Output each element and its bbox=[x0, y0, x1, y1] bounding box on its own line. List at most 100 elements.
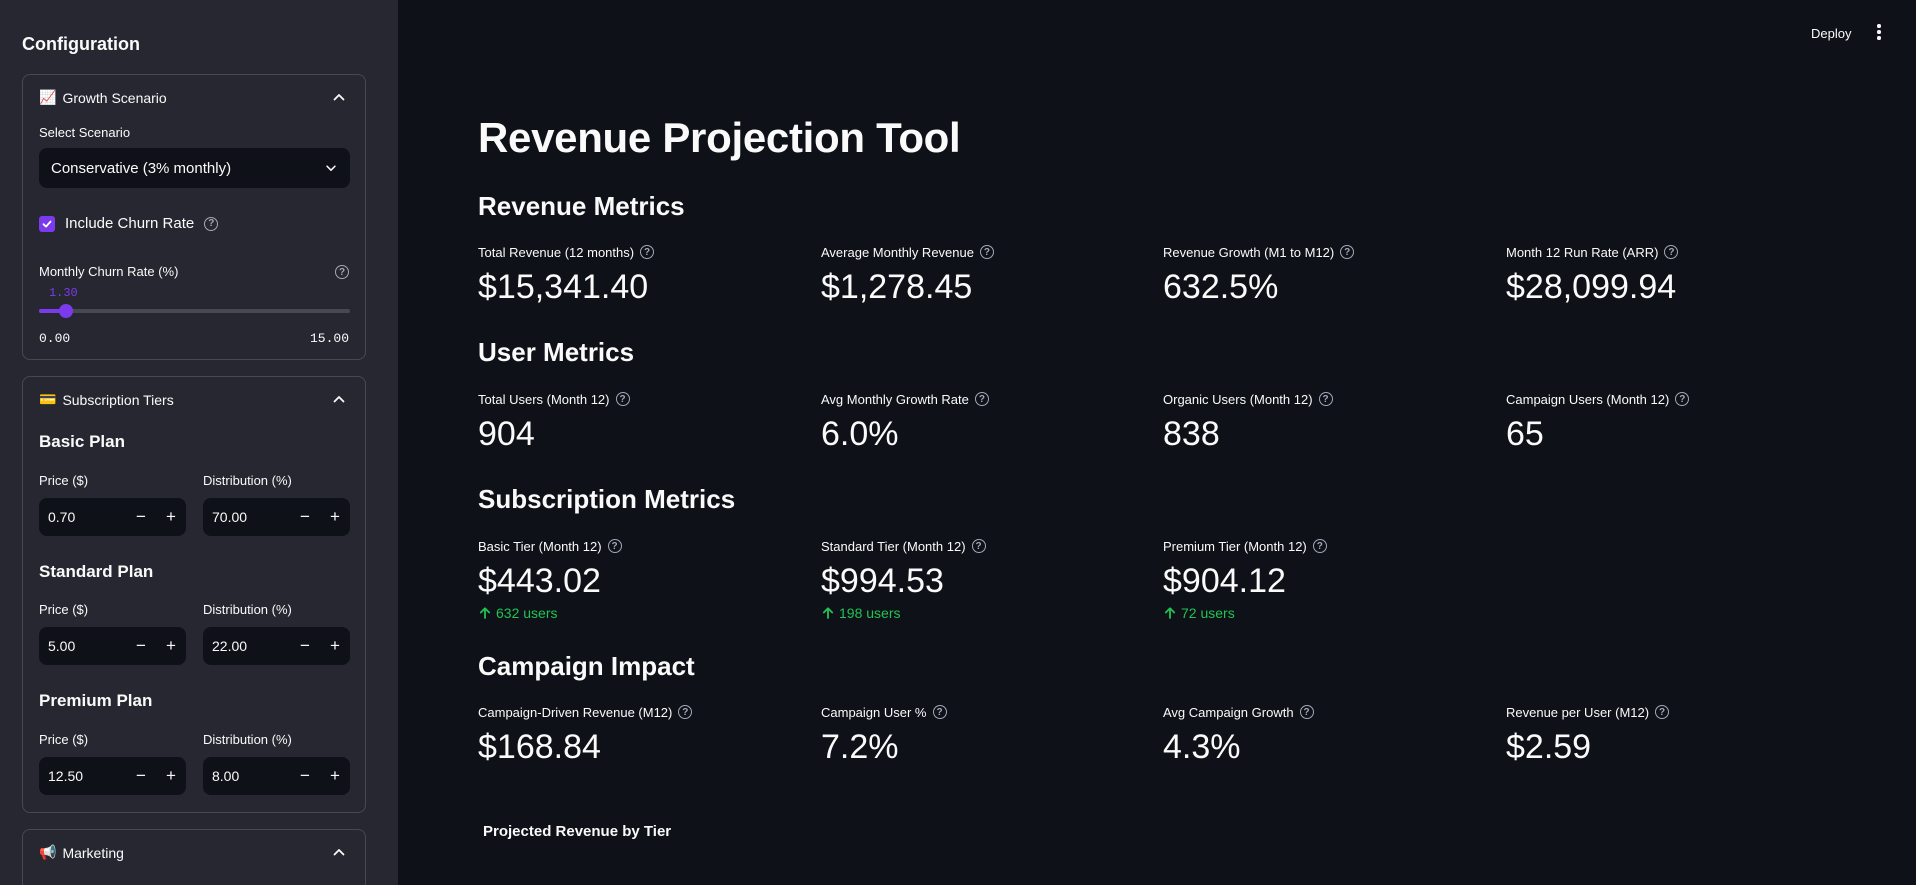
metric-campaign-revenue: Campaign-Driven Revenue (M12)? $168.84 bbox=[478, 703, 798, 767]
premium-price-label: Price ($) bbox=[39, 732, 89, 747]
deploy-button[interactable]: Deploy bbox=[1811, 26, 1851, 41]
metric-value: 4.3% bbox=[1163, 728, 1241, 766]
help-icon[interactable]: ? bbox=[1312, 539, 1327, 553]
metric-standard-tier: Standard Tier (Month 12)? $994.53 198 us… bbox=[821, 537, 1141, 621]
metric-label: Campaign Users (Month 12) bbox=[1506, 391, 1670, 407]
metric-label: Avg Campaign Growth bbox=[1163, 704, 1294, 720]
help-icon[interactable]: ? bbox=[615, 392, 630, 406]
churn-rate-slider[interactable] bbox=[39, 304, 350, 318]
increment-button[interactable]: + bbox=[320, 507, 350, 527]
campaign-impact-heading: Campaign Impact bbox=[478, 651, 695, 681]
metric-basic-tier: Basic Tier (Month 12)? $443.02 632 users bbox=[478, 537, 798, 621]
decrement-button[interactable]: − bbox=[290, 636, 320, 656]
decrement-button[interactable]: − bbox=[290, 766, 320, 786]
help-icon[interactable]: ? bbox=[1655, 705, 1670, 719]
decrement-button[interactable]: − bbox=[126, 636, 156, 656]
metric-value: $904.12 bbox=[1163, 562, 1286, 600]
growth-scenario-expander: 📈 Growth Scenario Select Scenario Conser… bbox=[22, 74, 366, 360]
basic-price-input[interactable]: 0.70 − + bbox=[39, 498, 186, 536]
metric-label: Revenue per User (M12) bbox=[1506, 704, 1650, 720]
premium-price-value: 12.50 bbox=[48, 768, 84, 784]
premium-plan-title: Premium Plan bbox=[39, 691, 153, 710]
metric-revenue-growth: Revenue Growth (M1 to M12)? 632.5% bbox=[1163, 243, 1483, 307]
churn-rate-max: 15.00 bbox=[309, 331, 349, 346]
metric-delta: 632 users bbox=[478, 605, 798, 621]
metric-value: 904 bbox=[478, 415, 535, 453]
arrow-up-icon bbox=[1164, 607, 1176, 619]
standard-distribution-input[interactable]: 22.00 − + bbox=[203, 627, 350, 665]
help-icon[interactable]: ? bbox=[974, 392, 989, 406]
checkmark-icon bbox=[42, 220, 52, 227]
help-icon[interactable]: ? bbox=[932, 705, 947, 719]
scenario-select[interactable]: Conservative (3% monthly) bbox=[39, 148, 350, 188]
metric-campaign-user-percent: Campaign User %? 7.2% bbox=[821, 703, 1141, 767]
metric-delta: 72 users bbox=[1163, 605, 1483, 621]
metric-value: 7.2% bbox=[821, 728, 899, 766]
standard-price-input[interactable]: 5.00 − + bbox=[39, 627, 186, 665]
increment-button[interactable]: + bbox=[156, 766, 186, 786]
marketing-title: Marketing bbox=[62, 844, 124, 861]
increment-button[interactable]: + bbox=[320, 766, 350, 786]
help-icon[interactable]: ? bbox=[1318, 392, 1333, 406]
metric-premium-tier: Premium Tier (Month 12)? $904.12 72 user… bbox=[1163, 537, 1483, 621]
help-icon[interactable]: ? bbox=[1299, 705, 1314, 719]
help-icon[interactable]: ? bbox=[1340, 245, 1355, 259]
increment-button[interactable]: + bbox=[156, 636, 186, 656]
help-icon[interactable]: ? bbox=[640, 245, 655, 259]
metric-value: $1,278.45 bbox=[821, 268, 973, 306]
increment-button[interactable]: + bbox=[320, 636, 350, 656]
sidebar-title: Configuration bbox=[22, 34, 140, 54]
metric-run-rate: Month 12 Run Rate (ARR)? $28,099.94 bbox=[1506, 243, 1826, 307]
subscription-metrics-heading: Subscription Metrics bbox=[478, 484, 736, 514]
metric-label: Standard Tier (Month 12) bbox=[821, 538, 966, 554]
scenario-select-value: Conservative (3% monthly) bbox=[51, 159, 232, 177]
include-churn-checkbox[interactable] bbox=[39, 215, 55, 232]
metric-label: Basic Tier (Month 12) bbox=[478, 538, 602, 554]
metric-organic-users: Organic Users (Month 12)? 838 bbox=[1163, 390, 1483, 454]
main-menu-icon[interactable] bbox=[1876, 24, 1882, 40]
arrow-up-icon bbox=[822, 607, 834, 619]
chevron-up-icon[interactable] bbox=[331, 844, 347, 860]
chevron-down-icon bbox=[326, 165, 336, 171]
metric-value: $168.84 bbox=[478, 728, 601, 766]
metric-label: Month 12 Run Rate (ARR) bbox=[1506, 244, 1659, 260]
metric-delta: 198 users bbox=[821, 605, 1141, 621]
marketing-header[interactable]: 📢 Marketing bbox=[39, 844, 124, 861]
metric-avg-campaign-growth: Avg Campaign Growth? 4.3% bbox=[1163, 703, 1483, 767]
metric-label: Total Revenue (12 months) bbox=[478, 244, 635, 260]
standard-distribution-label: Distribution (%) bbox=[203, 602, 292, 617]
metric-label: Average Monthly Revenue bbox=[821, 244, 974, 260]
basic-price-label: Price ($) bbox=[39, 473, 89, 488]
user-metrics-heading: User Metrics bbox=[478, 337, 635, 367]
chart-increasing-icon: 📈 bbox=[39, 89, 57, 105]
help-icon[interactable]: ? bbox=[678, 705, 693, 719]
increment-button[interactable]: + bbox=[156, 507, 186, 527]
help-icon[interactable]: ? bbox=[1675, 392, 1690, 406]
help-icon[interactable]: ? bbox=[607, 539, 622, 553]
subscription-tiers-expander: 💳 Subscription Tiers Basic Plan Price ($… bbox=[22, 376, 366, 813]
help-icon[interactable]: ? bbox=[204, 216, 219, 231]
metric-campaign-users: Campaign Users (Month 12)? 65 bbox=[1506, 390, 1826, 454]
growth-scenario-header[interactable]: 📈 Growth Scenario bbox=[39, 89, 167, 106]
premium-distribution-input[interactable]: 8.00 − + bbox=[203, 757, 350, 795]
help-icon[interactable]: ? bbox=[971, 539, 986, 553]
standard-distribution-value: 22.00 bbox=[212, 638, 248, 654]
help-icon[interactable]: ? bbox=[335, 265, 349, 279]
decrement-button[interactable]: − bbox=[126, 766, 156, 786]
decrement-button[interactable]: − bbox=[126, 507, 156, 527]
decrement-button[interactable]: − bbox=[290, 507, 320, 527]
metric-value: $443.02 bbox=[478, 562, 601, 600]
help-icon[interactable]: ? bbox=[979, 245, 994, 259]
page-title: Revenue Projection Tool bbox=[478, 114, 961, 161]
chevron-up-icon[interactable] bbox=[331, 391, 347, 407]
standard-price-value: 5.00 bbox=[48, 638, 76, 654]
basic-distribution-input[interactable]: 70.00 − + bbox=[203, 498, 350, 536]
chevron-up-icon[interactable] bbox=[331, 89, 347, 105]
slider-thumb[interactable] bbox=[58, 304, 73, 318]
help-icon[interactable]: ? bbox=[1664, 245, 1679, 259]
marketing-expander: 📢 Marketing bbox=[22, 829, 366, 885]
metric-value: 632.5% bbox=[1163, 268, 1279, 306]
subscription-tiers-header[interactable]: 💳 Subscription Tiers bbox=[39, 391, 174, 408]
premium-price-input[interactable]: 12.50 − + bbox=[39, 757, 186, 795]
metric-label: Revenue Growth (M1 to M12) bbox=[1163, 244, 1335, 260]
